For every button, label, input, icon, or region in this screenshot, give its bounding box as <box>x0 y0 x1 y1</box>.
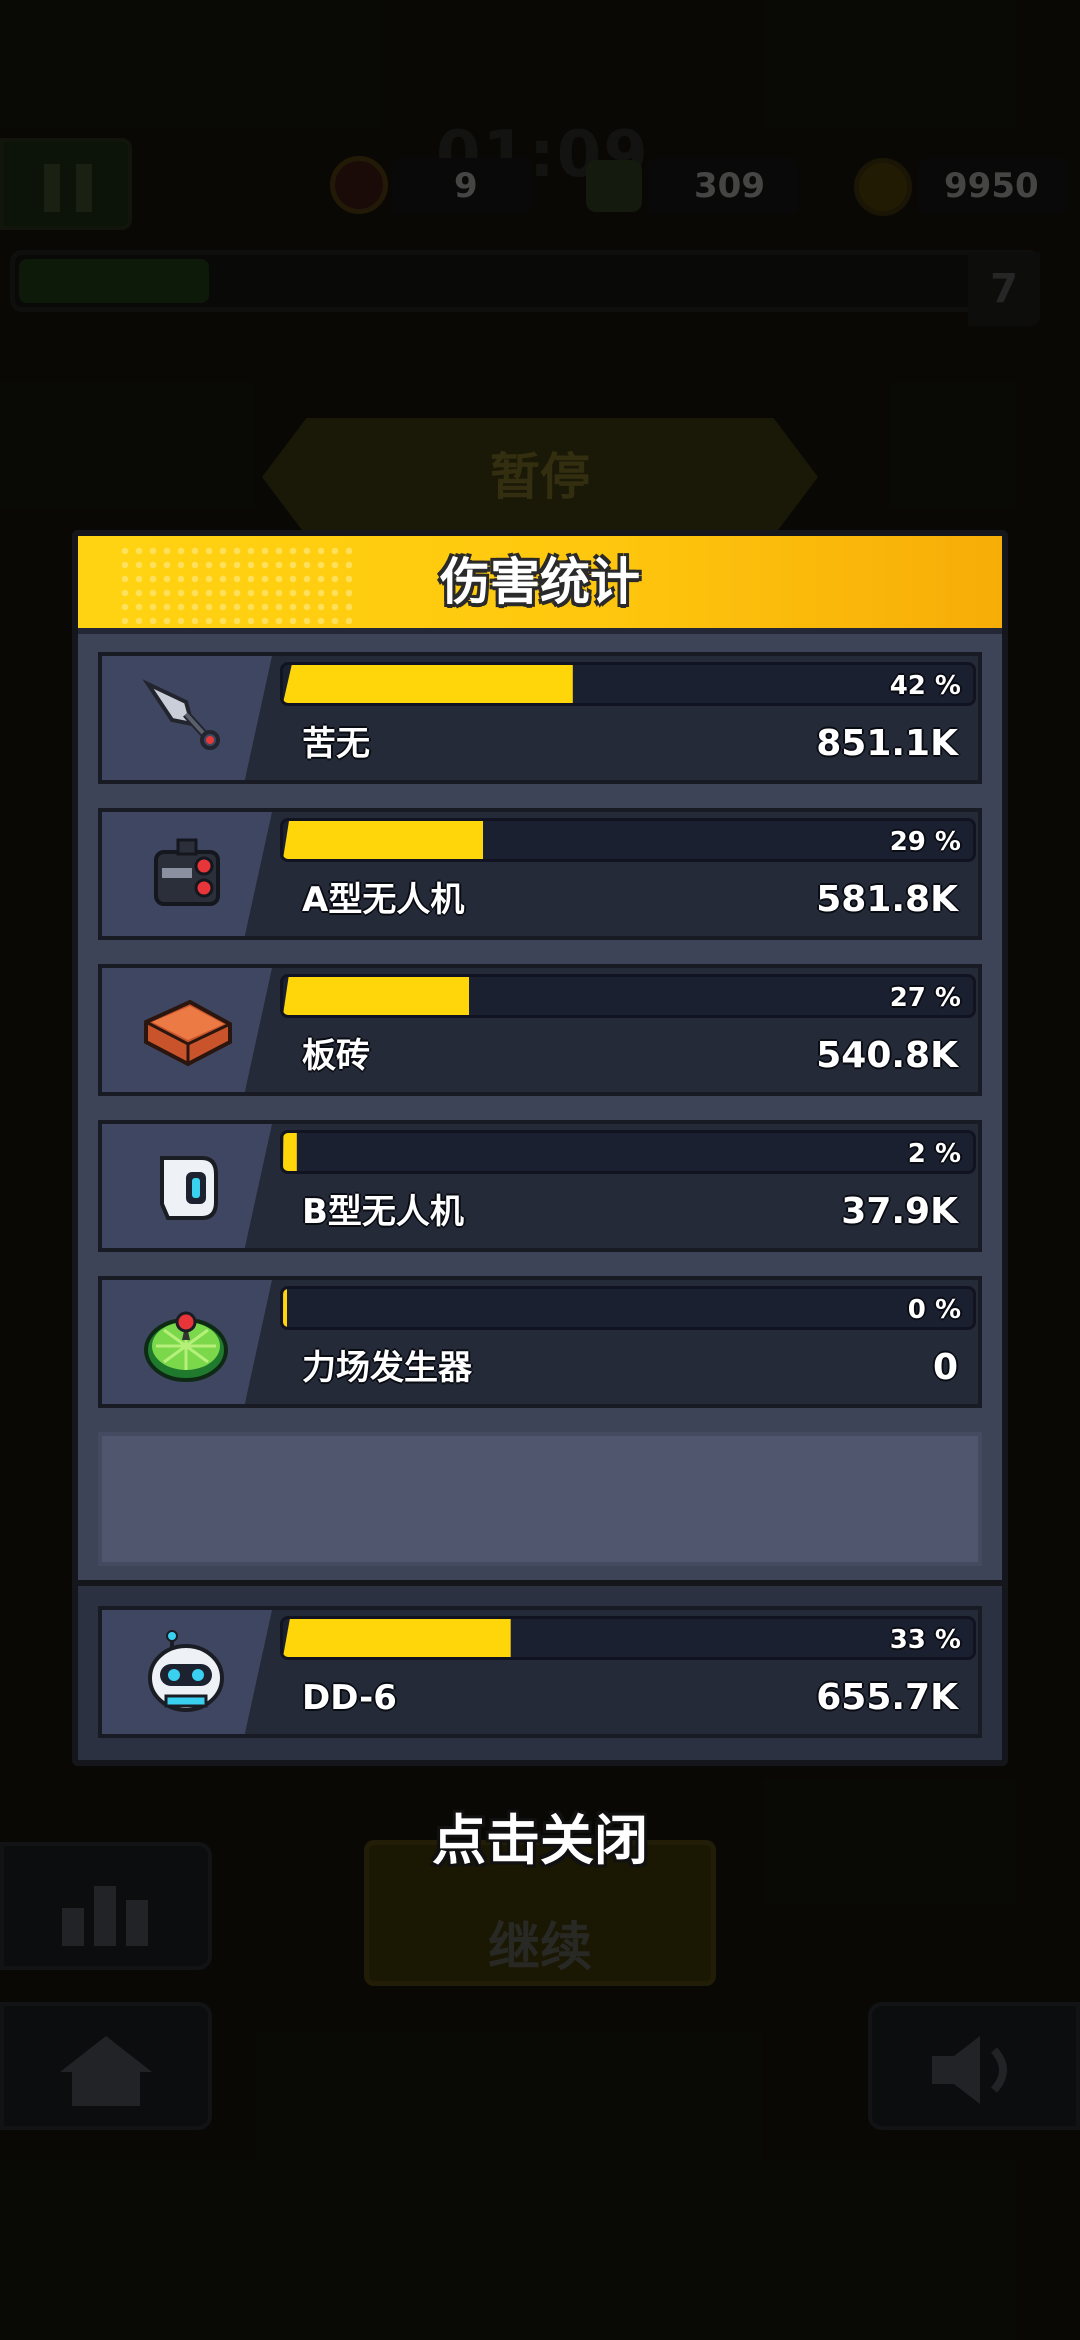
force-field-icon <box>142 1300 232 1386</box>
coin-icon <box>854 158 912 216</box>
pause-button <box>0 138 132 230</box>
empty-weapon-slot <box>98 1432 982 1566</box>
damage-percent: 0 % <box>907 1295 961 1325</box>
brick-icon <box>142 988 232 1074</box>
damage-percent: 42 % <box>889 671 961 701</box>
xp-bar <box>10 250 1040 312</box>
damage-value: 37.9K <box>841 1191 958 1232</box>
weapon-row: 29 % A型无人机 581.8K <box>98 808 982 940</box>
weapon-row: 2 % B型无人机 37.9K <box>98 1120 982 1252</box>
tap-to-close-hint[interactable]: 点击关闭 <box>0 1796 1080 1875</box>
weapon-name: 板砖 <box>302 1036 370 1076</box>
character-damage-section: 33 % DD-6 655.7K <box>78 1586 1002 1760</box>
dialog-header: 伤害统计 <box>78 536 1002 634</box>
home-button <box>0 2002 212 2130</box>
damage-value: 540.8K <box>816 1035 958 1076</box>
damage-percent: 2 % <box>907 1139 961 1169</box>
home-icon <box>60 2036 152 2106</box>
damage-stats-dialog: 伤害统计 42 % 苦无 851.1K 29 % A型无人机 581.8K 27… <box>72 530 1008 1766</box>
weapon-name: 苦无 <box>302 724 370 764</box>
damage-share-bar: 27 % <box>280 974 976 1018</box>
damage-value: 581.8K <box>816 879 958 920</box>
hearts-count: 9 <box>454 166 478 206</box>
damage-share-bar: 42 % <box>280 662 976 706</box>
damage-share-bar: 33 % <box>280 1616 976 1660</box>
damage-value: 851.1K <box>816 723 958 764</box>
robot-dd6-icon <box>142 1630 232 1716</box>
drone-b-icon <box>142 1144 232 1230</box>
weapon-name: A型无人机 <box>302 880 465 920</box>
pause-banner: 暂停 <box>262 418 818 536</box>
damage-share-bar: 29 % <box>280 818 976 862</box>
weapon-name: B型无人机 <box>302 1192 464 1232</box>
damage-share-bar: 0 % <box>280 1286 976 1330</box>
dialog-title: 伤害统计 <box>440 553 640 611</box>
kills-count: 309 <box>694 166 765 206</box>
level-badge: 7 <box>968 252 1040 326</box>
character-row: 33 % DD-6 655.7K <box>98 1606 982 1738</box>
damage-percent: 27 % <box>889 983 961 1013</box>
damage-share-bar: 2 % <box>280 1130 976 1174</box>
weapon-row: 0 % 力场发生器 0 <box>98 1276 982 1408</box>
drone-a-icon <box>142 832 232 918</box>
heart-icon <box>330 156 388 214</box>
pause-banner-label: 暂停 <box>490 448 590 506</box>
damage-percent: 33 % <box>889 1625 961 1655</box>
damage-percent: 29 % <box>889 827 961 857</box>
sound-button <box>868 2002 1080 2130</box>
kunai-icon <box>142 676 232 762</box>
coins-count: 9950 <box>944 166 1039 206</box>
damage-value: 655.7K <box>816 1677 958 1718</box>
speaker-icon <box>932 2036 1007 2104</box>
weapon-row: 42 % 苦无 851.1K <box>98 652 982 784</box>
weapon-name: 力场发生器 <box>302 1348 472 1388</box>
skull-icon <box>586 160 642 212</box>
damage-value: 0 <box>932 1347 958 1388</box>
character-name: DD-6 <box>302 1678 397 1718</box>
weapon-row: 27 % 板砖 540.8K <box>98 964 982 1096</box>
